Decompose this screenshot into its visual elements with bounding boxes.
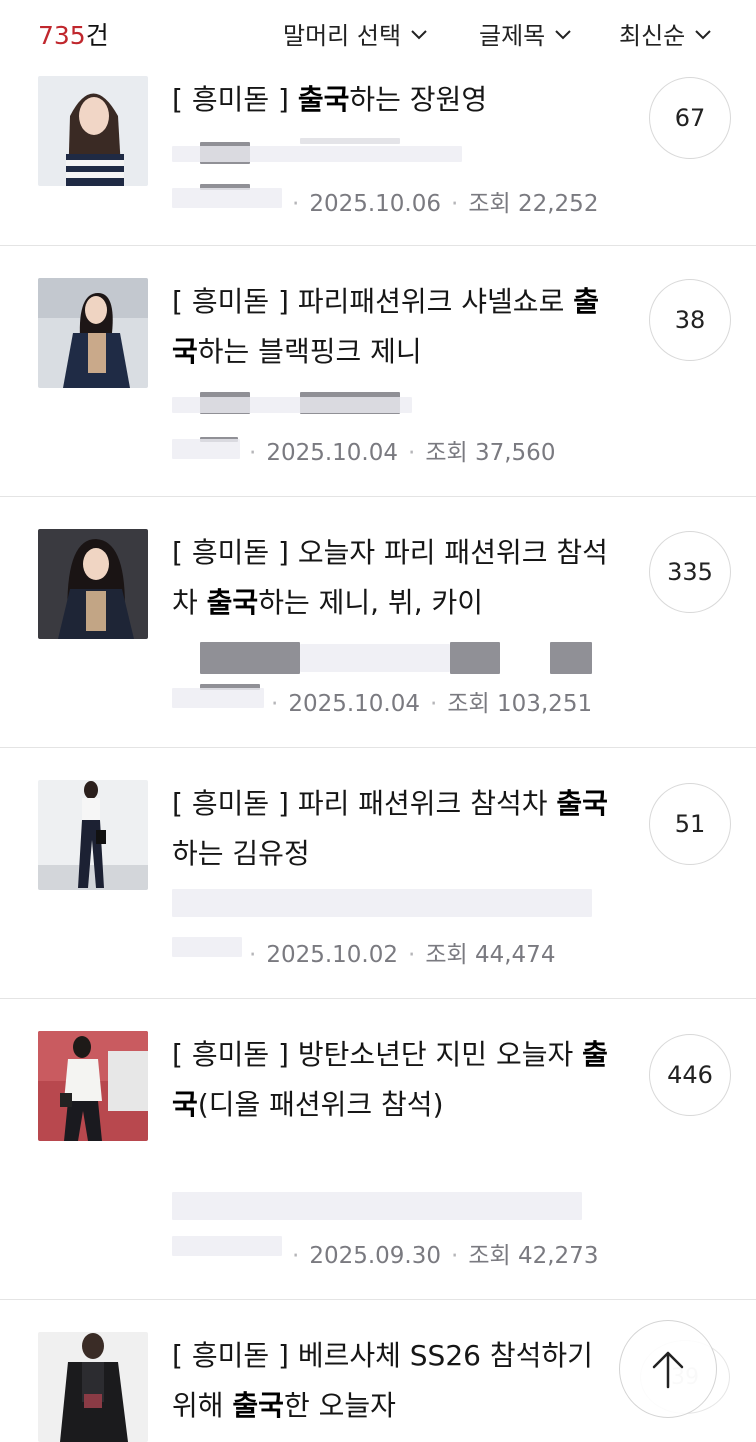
redacted-text (172, 889, 592, 917)
post-views: 37,560 (474, 440, 556, 466)
comment-count-badge[interactable]: 446 (649, 1034, 731, 1116)
redacted-text (300, 644, 450, 672)
post-title[interactable]: [ 흥미돋 ] 오늘자 파리 패션위크 참석차 출국하는 제니, 뷔, 카이 (172, 528, 622, 628)
post-date: 2025.09.30 (309, 1243, 442, 1269)
redacted-text (172, 397, 412, 413)
post-thumbnail[interactable] (38, 1031, 148, 1141)
post-views: 22,252 (517, 191, 599, 217)
post-thumbnail[interactable] (38, 1332, 148, 1442)
list-item[interactable]: [ 흥미돋 ] 파리패션위크 샤넬쇼로 출국하는 블랙핑크 제니 · 2025.1… (0, 247, 756, 497)
post-meta: · 2025.10.04 · 조회 37,560 (249, 440, 556, 466)
redacted-text (172, 146, 462, 162)
post-views: 44,474 (474, 942, 556, 968)
redacted-text (172, 1192, 582, 1220)
photo-woman-dark-blazer-icon (38, 529, 148, 639)
post-views: 42,273 (517, 1243, 599, 1269)
post-meta: · 2025.10.06 · 조회 22,252 (292, 191, 599, 217)
post-thumbnail[interactable] (38, 780, 148, 890)
comment-count-badge[interactable]: 67 (649, 77, 731, 159)
prefix-filter-label: 말머리 선택 (283, 22, 402, 50)
scroll-to-top-button[interactable] (619, 1320, 717, 1418)
post-title[interactable]: [ 흥미돋 ] 방탄소년단 지민 오늘자 출국(디올 패션위크 참석) (172, 1030, 622, 1130)
photo-man-white-shirt-icon (38, 1031, 148, 1141)
search-field-dropdown[interactable]: 글제목 (479, 16, 573, 51)
search-field-label: 글제목 (479, 22, 546, 50)
comment-count-badge[interactable]: 335 (649, 531, 731, 613)
chevron-down-icon (555, 29, 571, 39)
list-item[interactable]: [ 흥미돋 ] 오늘자 파리 패션위크 참석차 출국하는 제니, 뷔, 카이 ·… (0, 498, 756, 748)
redacted-author (172, 937, 242, 957)
redacted-author (172, 688, 264, 708)
redacted-text (450, 642, 500, 674)
post-thumbnail[interactable] (38, 278, 148, 388)
post-title[interactable]: [ 흥미돋 ] 출국하는 장원영 (172, 75, 622, 125)
prefix-filter-dropdown[interactable]: 말머리 선택 (283, 16, 429, 51)
comment-count-badge[interactable]: 38 (649, 279, 731, 361)
post-meta: · 2025.10.02 · 조회 44,474 (249, 942, 556, 968)
arrow-up-icon (652, 1351, 684, 1389)
list-item[interactable]: [ 흥미돋 ] 방탄소년단 지민 오늘자 출국(디올 패션위크 참석) · 202… (0, 1000, 756, 1300)
redacted-text (550, 642, 592, 674)
post-meta: · 2025.09.30 · 조회 42,273 (292, 1243, 599, 1269)
sort-dropdown[interactable]: 최신순 (619, 16, 713, 51)
chevron-down-icon (411, 29, 427, 39)
photo-woman-navy-blazer-icon (38, 278, 148, 388)
post-date: 2025.10.04 (288, 691, 421, 717)
list-header: 735건 말머리 선택 글제목 최신순 (0, 0, 756, 68)
photo-woman-leather-jacket-icon (38, 1332, 148, 1442)
post-date: 2025.10.04 (266, 440, 399, 466)
redacted-author (172, 188, 282, 208)
redacted-author (172, 439, 240, 459)
post-thumbnail[interactable] (38, 76, 148, 186)
chevron-down-icon (695, 29, 711, 39)
list-item[interactable]: [ 흥미돋 ] 출국하는 장원영 · 2025.10.06 · 조회 22,252 6… (0, 68, 756, 246)
sort-label: 최신순 (619, 22, 686, 50)
post-date: 2025.10.02 (266, 942, 399, 968)
post-title[interactable]: [ 흥미돋 ] 파리 패션위크 참석차 출국하는 김유정 (172, 779, 622, 879)
post-date: 2025.10.06 (309, 191, 442, 217)
post-count: 735건 (38, 21, 109, 50)
photo-woman-striped-top-icon (38, 76, 148, 186)
redacted-text (200, 642, 300, 674)
list-item[interactable]: [ 흥미돋 ] 파리 패션위크 참석차 출국하는 김유정 · 2025.10.02… (0, 749, 756, 999)
redacted-author (172, 1236, 282, 1256)
post-views: 103,251 (496, 691, 593, 717)
post-title[interactable]: [ 흥미돋 ] 파리패션위크 샤넬쇼로 출국하는 블랙핑크 제니 (172, 277, 622, 377)
post-thumbnail[interactable] (38, 529, 148, 639)
redacted-text (300, 138, 400, 144)
post-meta: · 2025.10.04 · 조회 103,251 (271, 691, 593, 717)
photo-woman-airport-icon (38, 780, 148, 890)
comment-count-badge[interactable]: 51 (649, 783, 731, 865)
post-title[interactable]: [ 흥미돋 ] 베르사체 SS26 참석하기 위해 출국한 오늘자 (172, 1331, 622, 1431)
